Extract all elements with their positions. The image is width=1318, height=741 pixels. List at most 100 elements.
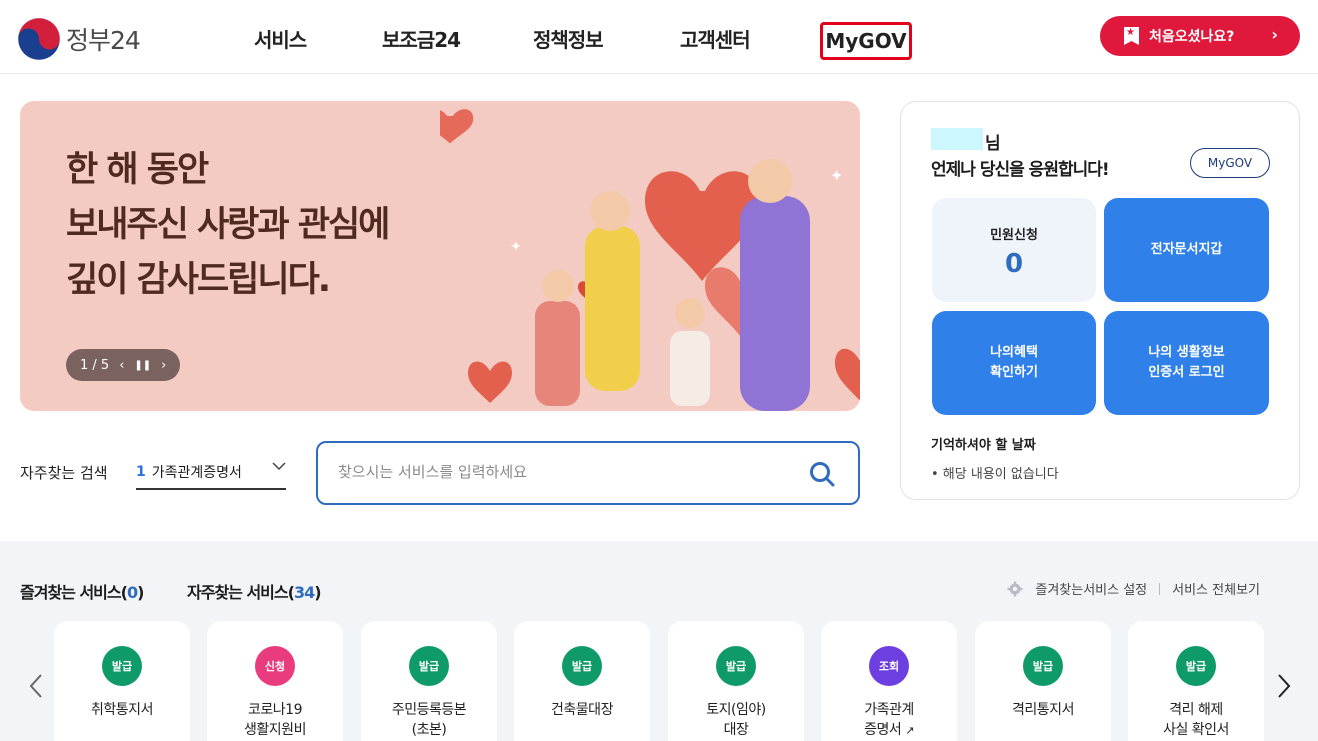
nav-item-customer-center[interactable]: 고객센터 [680,24,751,53]
view-all-services-link[interactable]: 서비스 전체보기 [1172,579,1260,598]
service-card[interactable]: 발급 주민등록등본 (초본) [361,621,497,741]
tile-label-line1: 나의혜택 [990,345,1038,360]
mygov-button[interactable]: MyGOV [1190,148,1270,178]
service-label-line1: 격리통지서 [1012,702,1074,718]
nav-item-subsidy24[interactable]: 보조금24 [382,24,461,53]
user-suffix: 님 [985,134,1001,154]
carousel-next-icon[interactable] [1274,671,1294,701]
nav-item-service[interactable]: 서비스 [254,24,307,53]
service-label: 격리 해제 사실 확인서 [1128,700,1264,740]
tile-label-line1: 나의 생활정보 [1148,345,1225,360]
family-hearts-illustration: ✦ ✦ [440,109,860,411]
tile-my-benefits[interactable]: 나의혜택 확인하기 [932,311,1096,415]
service-card[interactable]: 신청 코로나19 생활지원비 [207,621,343,741]
application-count: 0 [1004,249,1024,279]
favorites-settings-link[interactable]: 즐겨찾는서비스 설정 [1035,579,1147,598]
greeting-text: 언제나 당신을 응원합니다! [931,160,1110,180]
favorites-links: 즐겨찾는서비스 설정 서비스 전체보기 [1007,579,1260,598]
tab-favorite-services[interactable]: 즐겨찾는 서비스(0) [20,579,144,603]
service-label-line1: 주민등록등본 [391,702,467,718]
tile-certificate-login[interactable]: 나의 생활정보 인증서 로그인 [1104,311,1269,415]
search-box [316,441,860,505]
service-label-line1: 취학통지서 [91,702,153,718]
freq-close: ) [314,583,321,602]
tile-label-line2: 확인하기 [990,365,1038,380]
banner-line: 깊이 감사드립니다. [66,260,331,300]
service-badge: 발급 [562,646,602,686]
service-label-line1: 토지(임야) [706,702,766,718]
tile-e-document-wallet[interactable]: 전자문서지갑 [1104,198,1269,302]
service-label-line2: 사실 확인서 [1163,722,1229,738]
service-label-line1: 격리 해제 [1169,702,1223,718]
service-label: 토지(임야) 대장 [668,700,804,740]
freq-label: 자주찾는 서비스( [187,583,295,602]
frequent-search-dropdown[interactable]: 1 가족관계증명서 [136,456,286,490]
external-link-icon: ↗ [905,724,914,737]
service-card[interactable]: 발급 격리통지서 [975,621,1111,741]
service-badge: 발급 [102,646,142,686]
service-label-line2: 증명서 [864,722,902,738]
frequent-search-label: 자주찾는 검색 [20,464,108,482]
search-input[interactable] [338,463,788,481]
nav-item-mygov[interactable]: MyGOV [820,22,912,60]
service-label-line2: (초본) [411,722,447,738]
fav-close: ) [137,583,144,602]
service-label: 주민등록등본 (초본) [361,700,497,740]
banner-line: 보내주신 사랑과 관심에 [66,205,390,245]
pager-count: 1 / 5 [80,357,110,373]
bookmark-star-icon [1124,27,1139,45]
divider [1159,582,1161,595]
fav-count: 0 [126,583,138,602]
service-label-line2: 대장 [723,722,749,738]
tile-label: 민원신청 [990,228,1038,243]
service-label: 건축물대장 [514,700,650,720]
svg-text:✦: ✦ [510,239,522,255]
service-card[interactable]: 발급 격리 해제 사실 확인서 [1128,621,1264,741]
tile-label: 전자문서지갑 [1150,242,1223,257]
chevron-down-icon [272,462,286,471]
gear-icon [1007,581,1023,596]
service-label: 코로나19 생활지원비 [207,700,343,740]
banner-pager: 1 / 5 ‹ ❚❚ › [66,349,180,381]
search-icon[interactable] [808,460,836,488]
next-slide-icon[interactable]: › [161,358,166,373]
service-card[interactable]: 발급 취학통지서 [54,621,190,741]
prev-slide-icon[interactable]: ‹ [119,358,124,373]
service-badge: 조회 [869,646,909,686]
remember-dates-title: 기억하셔야 할 날짜 [931,438,1036,453]
service-label-line1: 코로나19 [248,702,302,718]
service-label-line1: 가족관계 [864,702,914,718]
tile-civil-application[interactable]: 민원신청 0 [932,198,1096,302]
logo[interactable]: 정부24 [18,18,141,60]
svg-text:✦: ✦ [830,166,843,185]
service-label: 취학통지서 [54,700,190,720]
service-card[interactable]: 발급 토지(임야) 대장 [668,621,804,741]
first-visit-label: 처음오셨나요? [1149,29,1235,45]
user-name-redacted [931,128,983,150]
service-label: 격리통지서 [975,700,1111,720]
tile-label-line2: 인증서 로그인 [1148,365,1225,380]
service-card[interactable]: 조회 가족관계 증명서 ↗ [821,621,957,741]
favorite-services-section: 즐겨찾는 서비스(0) 자주찾는 서비스(34) 즐겨찾는서비스 설정 서비스 … [0,541,1318,741]
top-header: 정부24 서비스 보조금24 정책정보 고객센터 MyGOV 처음오셨나요? › [0,0,1318,74]
service-badge: 발급 [1176,646,1216,686]
service-badge: 발급 [716,646,756,686]
fav-label: 즐겨찾는 서비스( [20,583,128,602]
remember-dates-empty: • 해당 내용이 없습니다 [931,467,1059,482]
taegeuk-logo-icon [18,18,60,60]
freq-count: 34 [293,583,315,602]
frequent-keyword: 가족관계증명서 [151,465,242,481]
logo-text: 정부24 [66,26,141,55]
service-badge: 발급 [409,646,449,686]
carousel-prev-icon[interactable] [26,671,46,701]
nav-item-policy-info[interactable]: 정책정보 [533,24,604,53]
service-label-line1: 건축물대장 [551,702,613,718]
tab-frequent-services[interactable]: 자주찾는 서비스(34) [187,579,322,603]
service-badge: 신청 [255,646,295,686]
first-visit-button[interactable]: 처음오셨나요? › [1100,16,1300,56]
main-banner[interactable]: 한 해 동안 보내주신 사랑과 관심에 깊이 감사드립니다. 1 / 5 ‹ ❚… [20,101,860,411]
pause-icon[interactable]: ❚❚ [134,360,151,371]
chevron-right-icon: › [1271,25,1278,44]
user-panel: 님 언제나 당신을 응원합니다! MyGOV 민원신청 0 전자문서지갑 나의혜… [900,101,1300,500]
service-card[interactable]: 발급 건축물대장 [514,621,650,741]
